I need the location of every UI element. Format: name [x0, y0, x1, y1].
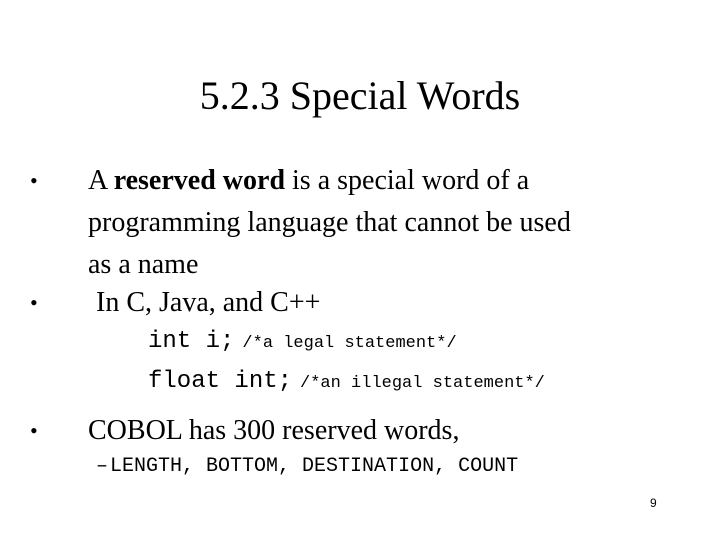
bullet-text: A reserved word is a special word of a p…	[88, 160, 571, 286]
code-example-legal: int i; /*a legal statement*/	[148, 328, 457, 355]
bullet-marker: •	[30, 418, 38, 443]
bullet-marker: •	[30, 290, 38, 315]
bullet-line: programming language that cannot be used	[88, 207, 571, 238]
slide-title: 5.2.3 Special Words	[199, 73, 521, 118]
code-comment: /*an illegal statement*/	[300, 374, 545, 393]
code-example-illegal: float int; /*an illegal statement*/	[148, 368, 545, 395]
bullet-text: COBOL has 300 reserved words,	[88, 415, 460, 446]
code-statement: float int;	[148, 368, 293, 395]
sub-item-text: LENGTH, BOTTOM, DESTINATION, COUNT	[110, 455, 519, 478]
sub-item-cobol-words: – LENGTH, BOTTOM, DESTINATION, COUNT	[96, 455, 518, 478]
bullet-line: as a name	[88, 249, 199, 280]
page-number: 9	[650, 496, 657, 510]
text-suffix: is a special word of a	[285, 165, 530, 196]
bullet-text: In C, Java, and C++	[96, 287, 321, 318]
bullet-marker: •	[30, 168, 38, 193]
code-statement: int i;	[148, 328, 235, 355]
bullet-line: A reserved word is a special word of a	[88, 160, 571, 202]
code-comment: /*a legal statement*/	[242, 334, 457, 353]
bold-term: reserved word	[113, 165, 286, 196]
text-prefix: A	[88, 165, 114, 196]
dash-marker: –	[96, 455, 109, 478]
